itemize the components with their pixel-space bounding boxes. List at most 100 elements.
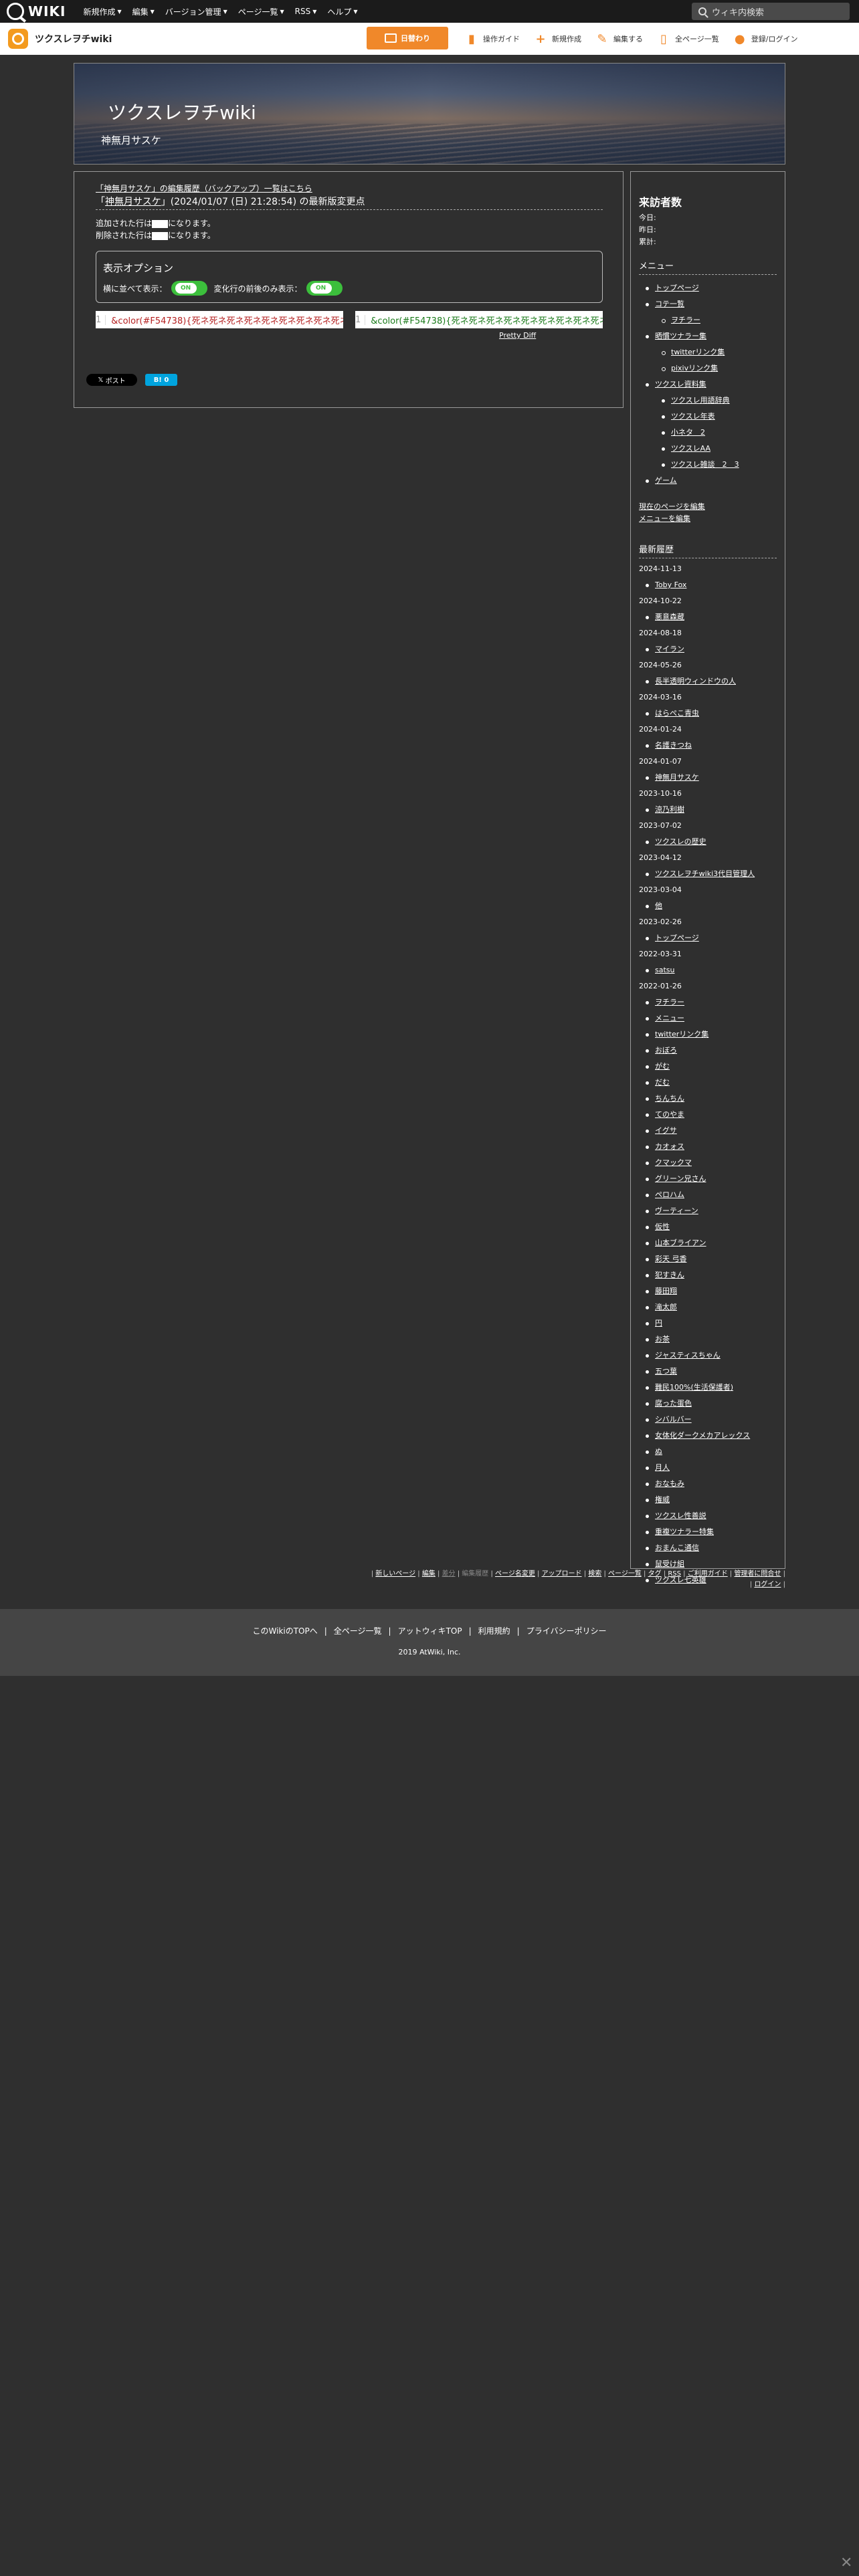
footer-nav-link[interactable]: アットウィキTOP bbox=[398, 1626, 462, 1636]
menu-rss[interactable]: RSS ▼ bbox=[290, 6, 322, 17]
menu-help[interactable]: ヘルプ ▼ bbox=[322, 6, 363, 17]
footer-link[interactable]: ページ名変更 bbox=[495, 1570, 535, 1578]
menu-edit[interactable]: 編集 ▼ bbox=[127, 6, 160, 17]
tool-guide[interactable]: ▮ 操作ガイド bbox=[466, 32, 520, 46]
footer-link[interactable]: 編集 bbox=[422, 1570, 436, 1578]
atwiki-logo[interactable]: WIKI bbox=[7, 0, 66, 23]
recent-item[interactable]: おぼろ bbox=[639, 1043, 777, 1059]
sidebar-menu-item[interactable]: 小ネタ 2 bbox=[639, 425, 777, 441]
recent-item[interactable]: おなもみ bbox=[639, 1476, 777, 1492]
recent-item[interactable]: てのやま bbox=[639, 1107, 777, 1123]
sidebar-menu-item[interactable]: ツクスレ資料集 bbox=[639, 377, 777, 393]
footer-link[interactable]: タグ bbox=[648, 1570, 662, 1578]
recent-item[interactable]: ジャスティスちゃん bbox=[639, 1348, 777, 1364]
sidebar-menu-item[interactable]: twitterリンク集 bbox=[639, 344, 777, 360]
footer-link[interactable]: アップロード bbox=[542, 1570, 582, 1578]
recent-item[interactable]: 他 bbox=[639, 898, 777, 914]
tool-login[interactable]: ● 登録/ログイン bbox=[734, 32, 798, 46]
register-button[interactable]: 日替わり bbox=[367, 27, 448, 49]
menu-pages[interactable]: ページ一覧 ▼ bbox=[233, 6, 290, 17]
login-link[interactable]: ログイン bbox=[754, 1581, 781, 1588]
recent-item[interactable]: 円 bbox=[639, 1315, 777, 1331]
sidebar-menu-item[interactable]: ツクスレ用語辞典 bbox=[639, 393, 777, 409]
recent-item[interactable]: 山本ブライアン bbox=[639, 1235, 777, 1251]
recent-item[interactable]: 藤田翔 bbox=[639, 1283, 777, 1299]
sidebar-menu-item[interactable]: トップページ bbox=[639, 280, 777, 296]
side-by-side-toggle[interactable]: ON bbox=[171, 281, 207, 296]
close-icon[interactable]: ✕ bbox=[840, 2555, 852, 2571]
recent-item[interactable]: 仮性 bbox=[639, 1219, 777, 1235]
recent-item[interactable]: お茶 bbox=[639, 1331, 777, 1348]
recent-item[interactable]: イグサ bbox=[639, 1123, 777, 1139]
recent-item[interactable]: ペロハム bbox=[639, 1187, 777, 1203]
search-input[interactable]: ウィキ内検索 bbox=[692, 3, 850, 20]
history-link[interactable]: 「神無月サスケ」の編集履歴（バックアップ）一覧はこちら bbox=[96, 183, 312, 194]
recent-item[interactable]: 涼乃利樹 bbox=[639, 802, 777, 818]
footer-link[interactable]: RSS bbox=[668, 1570, 681, 1578]
sidebar-menu-item[interactable]: ツクスレAA bbox=[639, 441, 777, 457]
recent-item[interactable]: がむ bbox=[639, 1059, 777, 1075]
sidebar-menu-item[interactable]: ツクスレ雑談 2 3 bbox=[639, 457, 777, 473]
recent-item[interactable]: 五つ葉 bbox=[639, 1364, 777, 1380]
footer-nav-link[interactable]: 全ページ一覧 bbox=[334, 1626, 382, 1636]
tool-pages[interactable]: ▯ 全ページ一覧 bbox=[658, 32, 719, 46]
recent-item[interactable]: 月人 bbox=[639, 1460, 777, 1476]
recent-item[interactable]: satsu bbox=[639, 962, 777, 978]
recent-item[interactable]: ヴーティーン bbox=[639, 1203, 777, 1219]
footer-link[interactable]: ご利用ガイド bbox=[688, 1570, 728, 1578]
recent-item[interactable]: Toby Fox bbox=[639, 577, 777, 593]
recent-item[interactable]: クマックマ bbox=[639, 1155, 777, 1171]
recent-item[interactable]: 悪意森蔵 bbox=[639, 609, 777, 625]
sidebar-menu-item[interactable]: 晒慣ツナラー集 bbox=[639, 328, 777, 344]
recent-item[interactable]: グリーン兄さん bbox=[639, 1171, 777, 1187]
recent-item[interactable]: 神無月サスケ bbox=[639, 770, 777, 786]
footer-nav-link[interactable]: このWikiのTOPへ bbox=[253, 1626, 318, 1636]
recent-item[interactable]: トップページ bbox=[639, 930, 777, 946]
tool-new[interactable]: + 新規作成 bbox=[535, 32, 581, 46]
recent-item[interactable]: 長半透明ウィンドウの人 bbox=[639, 673, 777, 689]
edit-menu-link[interactable]: メニューを編集 bbox=[639, 514, 690, 523]
page-link[interactable]: 神無月サスケ bbox=[105, 197, 161, 207]
recent-item[interactable]: ツクスレヲチwiki3代目管理人 bbox=[639, 866, 777, 882]
pretty-diff-link[interactable]: Pretty Diff bbox=[499, 331, 536, 340]
recent-item[interactable]: はらぺこ青虫 bbox=[639, 706, 777, 722]
recent-item[interactable]: twitterリンク集 bbox=[639, 1027, 777, 1043]
footer-link[interactable]: ページ一覧 bbox=[608, 1570, 642, 1578]
changed-only-toggle[interactable]: ON bbox=[306, 281, 343, 296]
recent-item[interactable]: ツクスレの歴史 bbox=[639, 834, 777, 850]
tool-edit[interactable]: ✎ 編集する bbox=[596, 32, 643, 46]
recent-item[interactable]: マイラン bbox=[639, 641, 777, 657]
footer-link[interactable]: 管理者に問合せ bbox=[734, 1570, 781, 1578]
sidebar-menu-item[interactable]: コテ一覧 bbox=[639, 296, 777, 312]
hatena-bookmark-button[interactable]: B! 0 bbox=[145, 374, 177, 386]
recent-item[interactable]: 権威 bbox=[639, 1492, 777, 1508]
recent-item[interactable]: メニュー bbox=[639, 1010, 777, 1027]
footer-link[interactable]: 検索 bbox=[588, 1570, 601, 1578]
recent-item[interactable]: 腐った蛋色 bbox=[639, 1396, 777, 1412]
recent-item[interactable]: 彩天 弓香 bbox=[639, 1251, 777, 1267]
recent-item[interactable]: 難民100%(生活保護者) bbox=[639, 1380, 777, 1396]
x-post-button[interactable]: 𝕏 ポスト bbox=[86, 374, 137, 386]
footer-nav-link[interactable]: 利用規約 bbox=[478, 1626, 510, 1636]
menu-new[interactable]: 新規作成 ▼ bbox=[78, 6, 126, 17]
recent-item[interactable]: だむ bbox=[639, 1075, 777, 1091]
recent-item[interactable]: ちんちん bbox=[639, 1091, 777, 1107]
sidebar-menu-item[interactable]: ツクスレ年表 bbox=[639, 409, 777, 425]
recent-item[interactable]: ぬ bbox=[639, 1444, 777, 1460]
footer-nav-link[interactable]: プライバシーポリシー bbox=[527, 1626, 607, 1636]
sidebar-menu-item[interactable]: ゲーム bbox=[639, 473, 777, 489]
sidebar-menu-item[interactable]: pixivリンク集 bbox=[639, 360, 777, 377]
site-name[interactable]: ツクスレヲチwiki bbox=[35, 32, 112, 45]
recent-item[interactable]: 犯すきん bbox=[639, 1267, 777, 1283]
banner-title[interactable]: ツクスレヲチwiki bbox=[108, 98, 256, 125]
recent-item[interactable]: ヲチラー bbox=[639, 994, 777, 1010]
sidebar-menu-item[interactable]: ヲチラー bbox=[639, 312, 777, 328]
edit-page-link[interactable]: 現在のページを編集 bbox=[639, 502, 705, 511]
recent-item[interactable]: 滝太郎 bbox=[639, 1299, 777, 1315]
footer-link[interactable]: 新しいページ bbox=[375, 1570, 415, 1578]
menu-version[interactable]: バージョン管理 ▼ bbox=[160, 6, 233, 17]
recent-item[interactable]: おまんこ通信 bbox=[639, 1540, 777, 1556]
recent-item[interactable]: カオォス bbox=[639, 1139, 777, 1155]
site-logo-icon[interactable] bbox=[8, 29, 28, 49]
recent-item[interactable]: 女体化ダークメカアレックス bbox=[639, 1428, 777, 1444]
